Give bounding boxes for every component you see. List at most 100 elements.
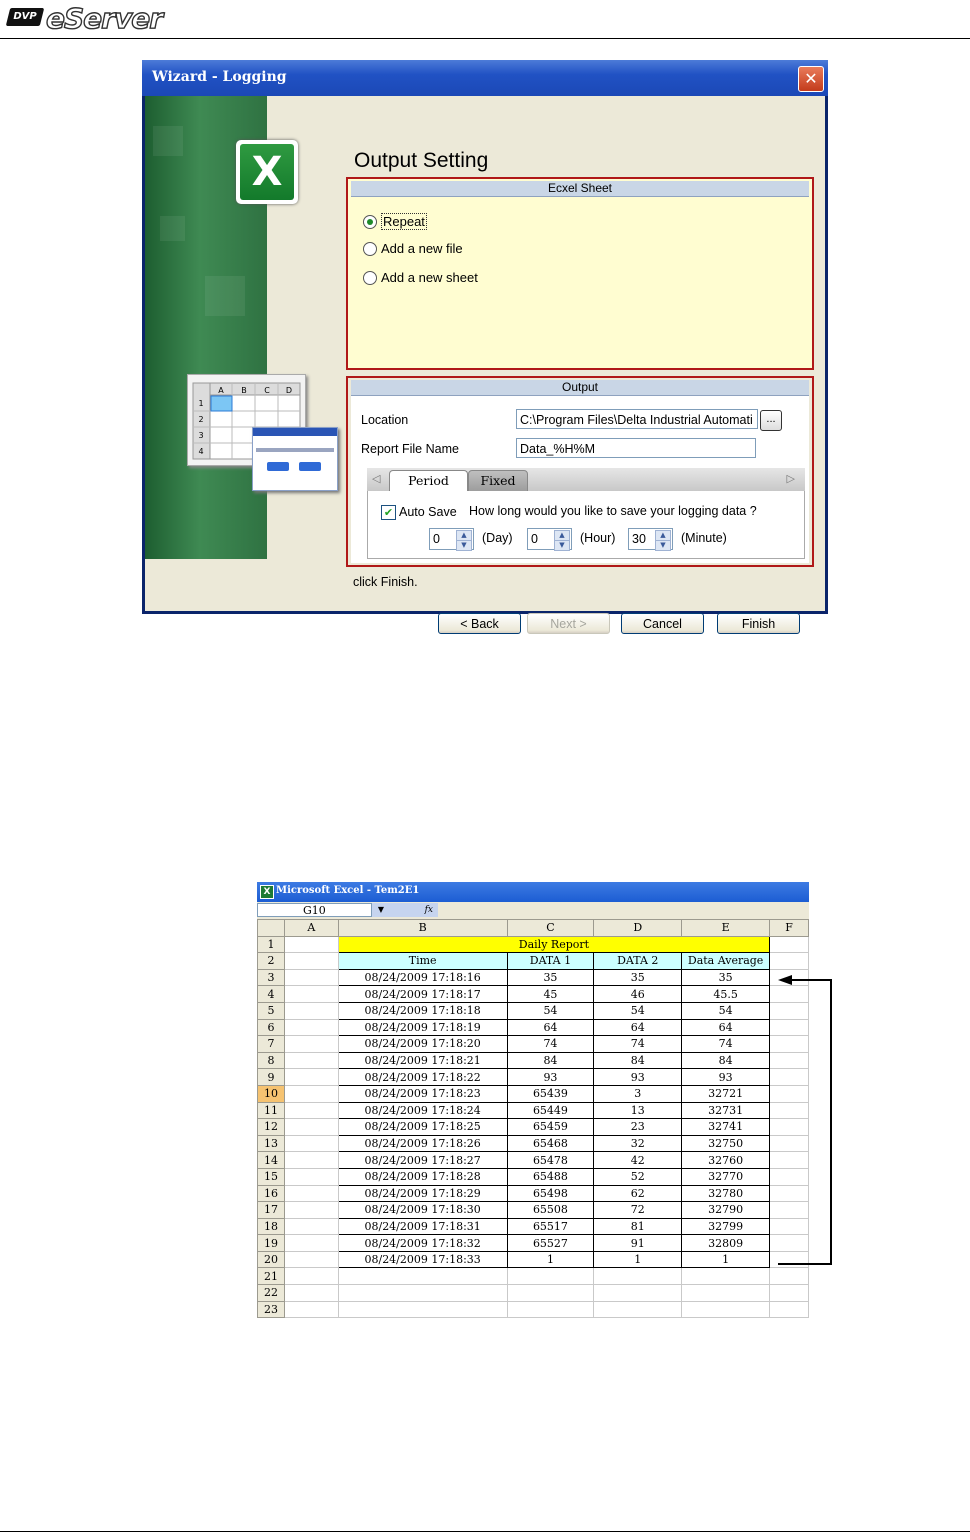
data-cell[interactable]: 08/24/2009 17:18:29 (337, 1184, 508, 1203)
data-cell[interactable]: 93 (681, 1068, 771, 1086)
cell[interactable] (769, 1267, 809, 1286)
cell[interactable] (283, 1151, 339, 1169)
data-cell[interactable]: 62 (593, 1184, 683, 1203)
cell[interactable] (283, 985, 339, 1003)
column-label-cell[interactable]: Time (337, 952, 508, 970)
tab-period[interactable]: Period (389, 470, 468, 491)
data-cell[interactable]: 42 (593, 1151, 683, 1169)
data-cell[interactable]: 65478 (506, 1151, 595, 1169)
cell[interactable] (681, 1267, 771, 1286)
data-cell[interactable]: 32799 (681, 1217, 771, 1236)
data-cell[interactable]: 3 (593, 1084, 683, 1103)
data-cell[interactable]: 74 (593, 1035, 683, 1053)
column-header[interactable]: E (681, 919, 771, 937)
row-header[interactable]: 15 (257, 1167, 285, 1186)
cell[interactable] (283, 1134, 339, 1153)
data-cell[interactable]: 32731 (681, 1101, 771, 1120)
cancel-button[interactable]: Cancel (621, 613, 704, 634)
cell[interactable] (283, 1068, 339, 1086)
chevron-down-icon[interactable]: ▼ (372, 903, 390, 917)
spin-down-icon[interactable]: ▼ (655, 540, 671, 551)
spin-down-icon[interactable]: ▼ (456, 540, 472, 551)
data-cell[interactable]: 65459 (506, 1118, 595, 1136)
data-cell[interactable]: 54 (593, 1001, 683, 1020)
column-header[interactable]: D (593, 919, 683, 937)
cell[interactable] (283, 1184, 339, 1203)
cell[interactable] (283, 1267, 339, 1286)
row-header[interactable]: 20 (257, 1250, 285, 1269)
data-cell[interactable]: 08/24/2009 17:18:33 (337, 1250, 508, 1269)
data-cell[interactable]: 08/24/2009 17:18:18 (337, 1001, 508, 1020)
data-cell[interactable]: 65488 (506, 1167, 595, 1186)
data-cell[interactable]: 65449 (506, 1101, 595, 1120)
data-cell[interactable]: 32741 (681, 1118, 771, 1136)
row-header[interactable]: 9 (257, 1068, 285, 1086)
cell[interactable] (283, 935, 339, 954)
data-cell[interactable]: 1 (593, 1250, 683, 1269)
data-cell[interactable]: 08/24/2009 17:18:25 (337, 1118, 508, 1136)
cell[interactable] (283, 1284, 339, 1302)
data-cell[interactable]: 32750 (681, 1134, 771, 1153)
row-header[interactable]: 2 (257, 952, 285, 970)
data-cell[interactable]: 13 (593, 1101, 683, 1120)
data-cell[interactable]: 52 (593, 1167, 683, 1186)
spin-down-icon[interactable]: ▼ (554, 540, 570, 551)
location-field[interactable]: C:\Program Files\Delta Industrial Automa… (516, 409, 758, 429)
fx-icon[interactable]: fx (390, 903, 438, 917)
corner-cell[interactable] (257, 919, 285, 937)
radio-add-new-file[interactable]: Add a new file (363, 241, 463, 256)
data-cell[interactable]: 32809 (681, 1234, 771, 1252)
column-header[interactable]: F (769, 919, 809, 937)
data-cell[interactable]: 35 (593, 968, 683, 987)
cell[interactable] (283, 952, 339, 970)
cell[interactable] (283, 1018, 339, 1037)
radio-add-new-sheet[interactable]: Add a new sheet (363, 270, 478, 285)
cell[interactable] (769, 1284, 809, 1302)
finish-button[interactable]: Finish (717, 613, 800, 634)
data-cell[interactable]: 32760 (681, 1151, 771, 1169)
data-cell[interactable]: 45 (506, 985, 595, 1003)
row-header[interactable]: 16 (257, 1184, 285, 1203)
data-cell[interactable]: 32721 (681, 1084, 771, 1103)
data-cell[interactable]: 35 (506, 968, 595, 987)
data-cell[interactable]: 08/24/2009 17:18:26 (337, 1134, 508, 1153)
day-spinner[interactable]: 0 ▲ ▼ (429, 528, 474, 551)
cell[interactable] (283, 1101, 339, 1120)
data-cell[interactable]: 32770 (681, 1167, 771, 1186)
row-header[interactable]: 10 (257, 1084, 285, 1103)
data-cell[interactable]: 72 (593, 1201, 683, 1219)
data-cell[interactable]: 35 (681, 968, 771, 987)
data-cell[interactable]: 74 (681, 1035, 771, 1053)
data-cell[interactable]: 08/24/2009 17:18:28 (337, 1167, 508, 1186)
cell[interactable] (283, 1118, 339, 1136)
excel-titlebar[interactable]: X Microsoft Excel - Tem2E1 (257, 882, 809, 902)
column-header[interactable]: A (283, 919, 339, 937)
cell[interactable] (769, 1300, 809, 1319)
back-button[interactable]: < Back (438, 613, 521, 634)
row-header[interactable]: 7 (257, 1035, 285, 1053)
cell[interactable] (283, 1051, 339, 1070)
data-cell[interactable]: 08/24/2009 17:18:19 (337, 1018, 508, 1037)
data-cell[interactable]: 65508 (506, 1201, 595, 1219)
cell[interactable] (593, 1284, 683, 1302)
cell[interactable] (283, 1084, 339, 1103)
cell[interactable] (283, 1035, 339, 1053)
data-cell[interactable]: 74 (506, 1035, 595, 1053)
minute-spinner[interactable]: 30 ▲ ▼ (628, 528, 673, 551)
data-cell[interactable]: 91 (593, 1234, 683, 1252)
row-header[interactable]: 18 (257, 1217, 285, 1236)
wizard-titlebar[interactable]: Wizard - Logging ✕ (142, 60, 828, 96)
data-cell[interactable]: 08/24/2009 17:18:31 (337, 1217, 508, 1236)
data-cell[interactable]: 08/24/2009 17:18:27 (337, 1151, 508, 1169)
row-header[interactable]: 1 (257, 935, 285, 954)
hour-spinner[interactable]: 0 ▲ ▼ (527, 528, 572, 551)
cell[interactable] (283, 968, 339, 987)
cell[interactable] (283, 1217, 339, 1236)
browse-button[interactable]: ... (760, 410, 782, 431)
data-cell[interactable]: 1 (681, 1250, 771, 1269)
column-label-cell[interactable]: DATA 2 (593, 952, 683, 970)
cell[interactable] (283, 1234, 339, 1252)
tab-scroll-left-icon[interactable]: ◁ (372, 472, 380, 485)
data-cell[interactable]: 1 (506, 1250, 595, 1269)
cell[interactable] (506, 1300, 595, 1319)
